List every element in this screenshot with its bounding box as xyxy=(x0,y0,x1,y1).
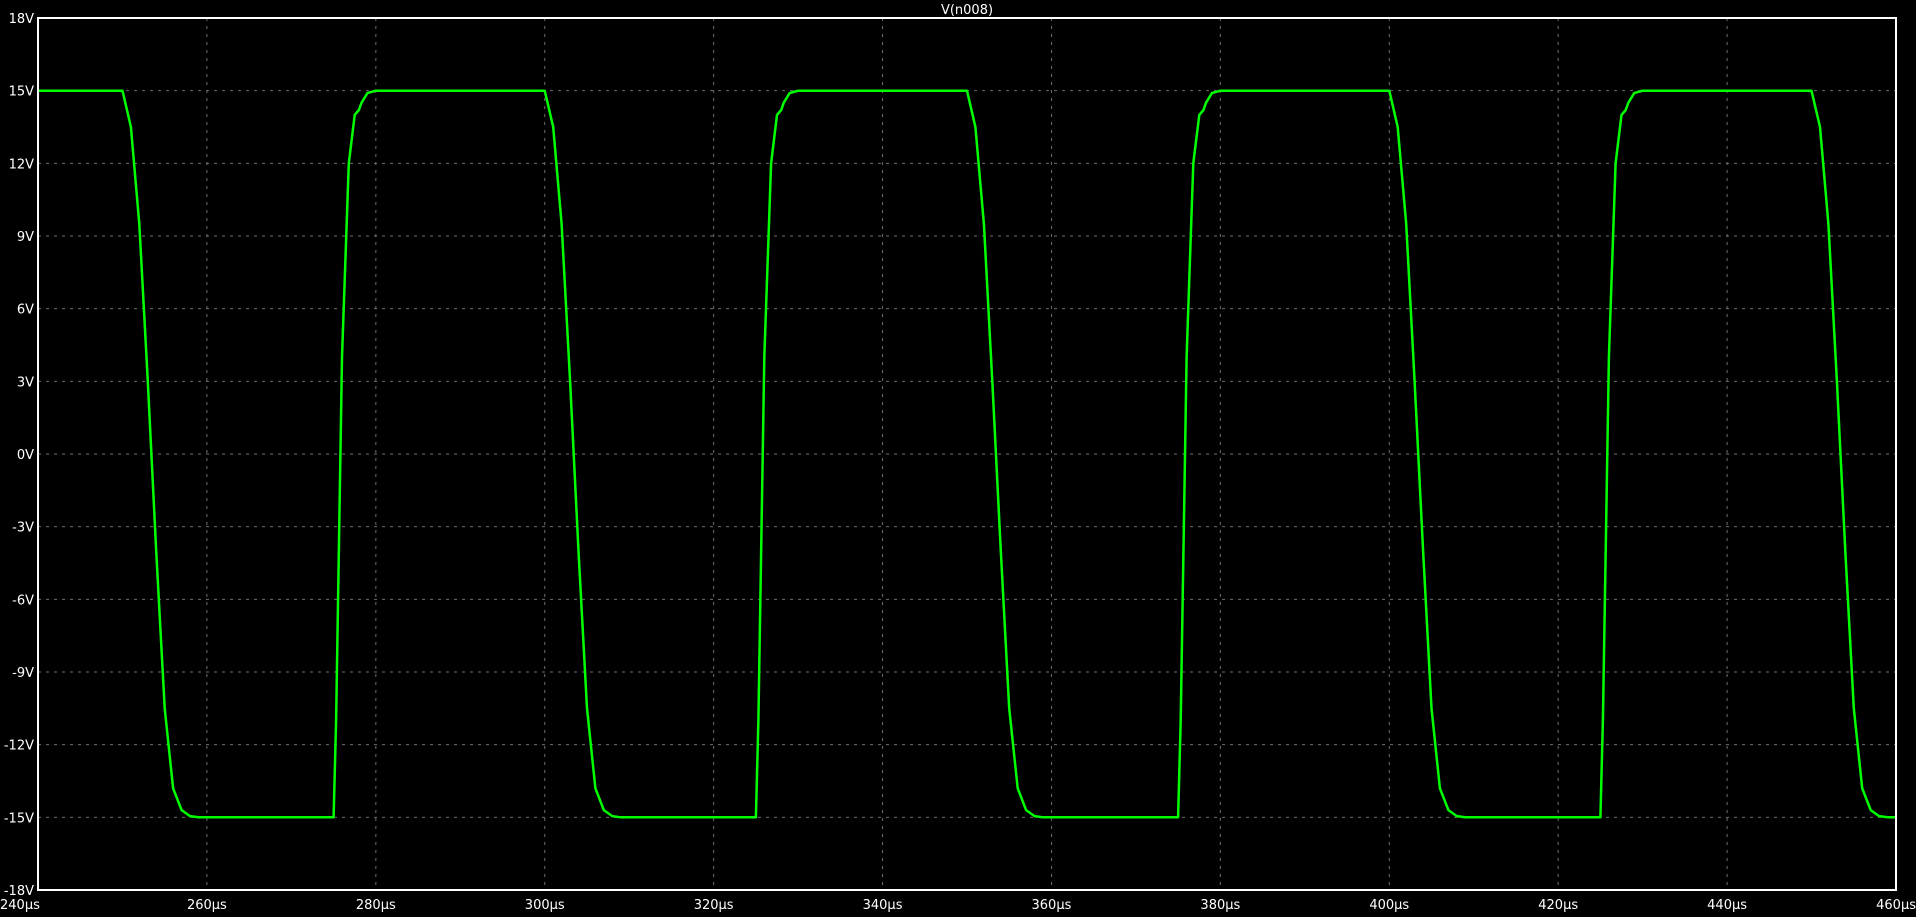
y-tick-label: 3V xyxy=(17,375,34,390)
x-tick-label: 300µs xyxy=(525,898,565,913)
x-tick-label: 380µs xyxy=(1200,898,1240,913)
y-tick-label: -6V xyxy=(12,593,34,608)
trace-title-label[interactable]: V(n008) xyxy=(941,3,993,18)
y-tick-label: -9V xyxy=(12,666,34,681)
y-tick-label: -3V xyxy=(12,521,34,536)
y-tick-label: 6V xyxy=(17,303,34,318)
y-tick-label: -12V xyxy=(4,739,34,754)
x-tick-label: 400µs xyxy=(1369,898,1409,913)
x-tick-label: 320µs xyxy=(694,898,734,913)
x-tick-label: 440µs xyxy=(1707,898,1747,913)
y-tick-label: 9V xyxy=(17,230,34,245)
x-tick-label: 460µs xyxy=(1876,898,1916,913)
y-tick-label: 18V xyxy=(9,12,35,27)
x-tick-label: 280µs xyxy=(356,898,396,913)
y-tick-label: 12V xyxy=(9,157,35,172)
waveform-viewer: 18V 15V 12V 9V 6V 3V 0V -3V -6V -9V -12V -15V -18V 2… xyxy=(0,0,1916,917)
x-tick-label: 360µs xyxy=(1032,898,1072,913)
y-tick-label: -15V xyxy=(4,811,34,826)
x-tick-label: 240µs xyxy=(0,898,40,913)
x-tick-label: 340µs xyxy=(863,898,903,913)
plot-background xyxy=(0,0,1916,917)
x-tick-label: 420µs xyxy=(1538,898,1578,913)
plot-area[interactable]: 18V 15V 12V 9V 6V 3V 0V -3V -6V -9V -12V -15V -18V 2… xyxy=(0,0,1916,917)
x-tick-label: 260µs xyxy=(187,898,227,913)
y-tick-label: 15V xyxy=(9,85,35,100)
y-tick-label: -18V xyxy=(4,884,34,899)
y-tick-label: 0V xyxy=(17,448,34,463)
